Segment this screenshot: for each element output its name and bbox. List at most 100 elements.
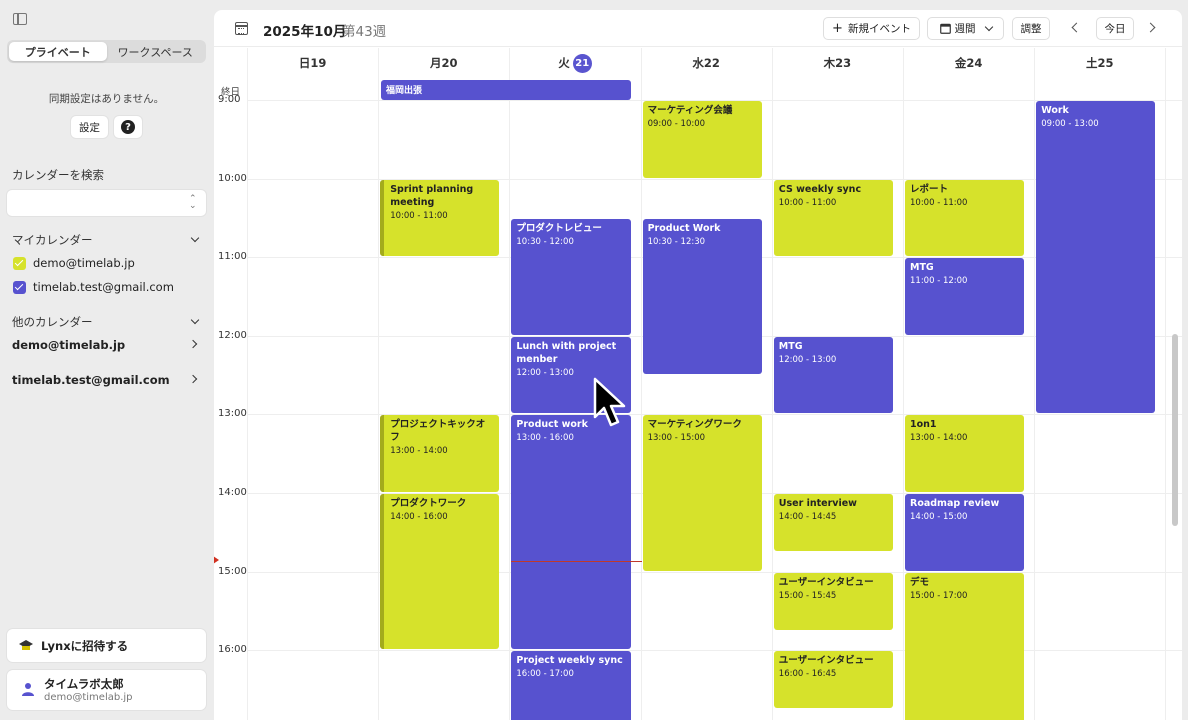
- calendar-icon: [235, 22, 248, 35]
- calendar-event[interactable]: Roadmap review 14:00 - 15:00: [905, 494, 1025, 571]
- calendar-event[interactable]: Work 09:00 - 13:00: [1036, 101, 1156, 414]
- calendar-event[interactable]: ユーザーインタビュー 16:00 - 16:45: [773, 651, 893, 709]
- calendar-event[interactable]: Product work 13:00 - 16:00: [511, 415, 631, 650]
- calendar-item-label: demo@timelab.jp: [33, 256, 135, 270]
- other-calendars-header[interactable]: 他のカレンダー: [12, 314, 200, 330]
- settings-button[interactable]: 設定: [71, 116, 108, 138]
- day-label: 水: [692, 56, 704, 70]
- calendar-item-label: timelab.test@gmail.com: [33, 280, 174, 294]
- day-date: 25: [1097, 56, 1114, 70]
- other-calendar-demo[interactable]: demo@timelab.jp: [12, 338, 200, 352]
- calendar-event[interactable]: ユーザーインタビュー 15:00 - 15:45: [773, 572, 893, 630]
- calendar-event[interactable]: デモ 15:00 - 17:00: [905, 572, 1025, 720]
- event-title: Project weekly sync: [516, 655, 623, 667]
- other-calendar-label: timelab.test@gmail.com: [12, 373, 170, 387]
- other-calendar-label: demo@timelab.jp: [12, 338, 126, 352]
- view-label: 週間: [954, 23, 976, 35]
- day-header[interactable]: 月 20: [378, 48, 509, 78]
- calendar-event[interactable]: User interview 14:00 - 14:45: [773, 494, 893, 551]
- scrollbar[interactable]: [1172, 334, 1178, 526]
- calendar-scope-switch: プライベート ワークスペース: [7, 40, 206, 63]
- event-time: 11:00 - 12:00: [910, 276, 968, 287]
- help-button[interactable]: ?: [114, 116, 142, 138]
- calendar-event[interactable]: レポート 10:00 - 11:00: [905, 179, 1025, 257]
- day-header[interactable]: 木 23: [772, 48, 903, 78]
- invite-label: Lynxに招待する: [41, 638, 129, 653]
- updown-chevron-icon: ⌃ ⌄: [189, 194, 197, 211]
- adjust-button[interactable]: 調整: [1012, 17, 1050, 40]
- hour-label: 14:00: [218, 487, 247, 498]
- hour-label: 10:00: [218, 172, 247, 184]
- chevron-down-icon: [190, 315, 200, 325]
- chevron-left-icon[interactable]: [1071, 22, 1082, 33]
- calendar-event[interactable]: Product Work 10:30 - 12:30: [642, 218, 762, 375]
- event-time: 13:00 - 14:00: [390, 446, 448, 457]
- other-calendar-test[interactable]: timelab.test@gmail.com: [12, 373, 200, 387]
- calendar-event[interactable]: プロダクトワーク 14:00 - 16:00: [380, 494, 500, 650]
- allday-event[interactable]: 福岡出張: [381, 80, 631, 100]
- day-date: 23: [835, 56, 852, 70]
- calendar-event[interactable]: プロジェクトキックオフ 13:00 - 14:00: [380, 415, 500, 492]
- calendar-search-label: カレンダーを検索: [12, 168, 104, 182]
- calendar-event[interactable]: Project weekly sync 16:00 - 17:00: [511, 651, 631, 720]
- day-header[interactable]: 土 25: [1034, 48, 1165, 78]
- calendar-event[interactable]: CS weekly sync 10:00 - 11:00: [773, 179, 893, 257]
- event-title: User interview: [778, 498, 857, 509]
- calendar-event[interactable]: マーケティングワーク 13:00 - 15:00: [642, 415, 762, 571]
- today-button[interactable]: 今日: [1096, 17, 1134, 40]
- event-time: 15:00 - 17:00: [910, 590, 968, 601]
- user-profile-card[interactable]: タイムラボ太郎 demo@timelab.jp: [7, 670, 206, 710]
- calendar-item-demo[interactable]: demo@timelab.jp: [13, 256, 135, 270]
- calendar-toolbar: 2025年10月 第43週 + 新規イベント 週間 調整 今日: [214, 10, 1182, 47]
- event-title: MTG: [910, 262, 934, 274]
- new-event-button[interactable]: + 新規イベント: [823, 17, 920, 40]
- chevron-right-icon[interactable]: [1145, 22, 1156, 33]
- tab-workspace[interactable]: ワークスペース: [107, 42, 205, 61]
- sidebar-toggle-icon[interactable]: [13, 13, 27, 25]
- day-date: 19: [310, 56, 327, 70]
- day-date: 22: [703, 56, 720, 70]
- column-divider: [1165, 48, 1167, 720]
- event-title: Product Work: [647, 222, 721, 234]
- day-label: 月: [430, 56, 442, 70]
- day-header[interactable]: 日 19: [247, 48, 378, 78]
- view-select[interactable]: 週間: [927, 17, 1004, 40]
- day-header[interactable]: 金 24: [903, 48, 1034, 78]
- day-header[interactable]: 水 22: [641, 48, 772, 78]
- calendar-item-test[interactable]: timelab.test@gmail.com: [13, 280, 174, 294]
- calendar-event[interactable]: MTG 12:00 - 13:00: [773, 336, 893, 414]
- column-divider: [640, 48, 642, 720]
- tab-private[interactable]: プライベート: [9, 42, 107, 61]
- calendar-event[interactable]: マーケティング会議 09:00 - 10:00: [642, 101, 762, 178]
- day-header[interactable]: 火 21: [509, 48, 640, 78]
- calendar-search-input[interactable]: [7, 190, 206, 216]
- current-time-marker-icon: [214, 556, 219, 564]
- event-time: 10:00 - 11:00: [910, 197, 968, 208]
- invite-button[interactable]: Lynxに招待する: [7, 629, 206, 662]
- hour-line: [247, 650, 1182, 652]
- hour-label: 15:00: [218, 565, 247, 577]
- my-calendars-header[interactable]: マイカレンダー: [12, 232, 200, 248]
- calendar-event[interactable]: 1on1 13:00 - 14:00: [905, 415, 1025, 492]
- question-icon: ?: [121, 120, 135, 134]
- plus-icon: +: [832, 21, 843, 36]
- today-date-badge: 21: [572, 53, 592, 73]
- event-time: 09:00 - 10:00: [647, 119, 706, 129]
- day-label: 日: [298, 56, 311, 70]
- hour-label: 13:00: [218, 408, 247, 420]
- checkbox-icon[interactable]: [13, 256, 26, 270]
- calendar-event[interactable]: プロダクトレビュー 10:30 - 12:00: [511, 218, 631, 335]
- calendar-event[interactable]: Sprint planning meeting 10:00 - 11:00: [380, 179, 500, 257]
- new-event-label: 新規イベント: [847, 23, 911, 35]
- hour-label: 12:00: [218, 329, 247, 341]
- calendar-event[interactable]: MTG 11:00 - 12:00: [905, 258, 1025, 335]
- chevron-down-icon: [190, 233, 200, 243]
- day-date: 20: [441, 56, 458, 70]
- sidebar: プライベート ワークスペース 同期設定はありません。 設定 ? カレンダーを検索…: [0, 0, 213, 720]
- event-title: CS weekly sync: [778, 183, 862, 195]
- event-time: 10:00 - 11:00: [390, 210, 448, 221]
- user-icon: [22, 683, 34, 696]
- event-title: マーケティングワーク: [647, 419, 742, 431]
- checkbox-icon[interactable]: [13, 280, 26, 294]
- sync-status-text: 同期設定はありません。: [48, 93, 165, 105]
